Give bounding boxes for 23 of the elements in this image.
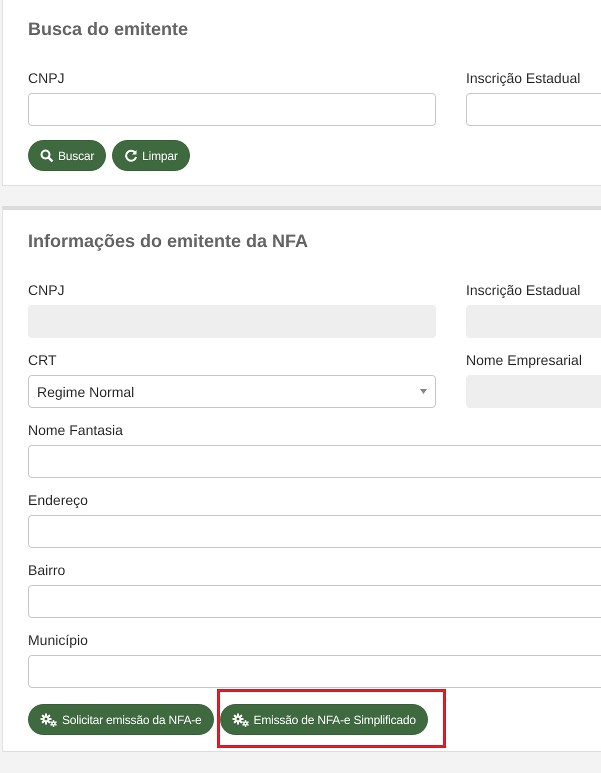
action-button[interactable]: Solicitar emissão da NFA-e xyxy=(28,704,214,735)
field-label: Nome Empresarial xyxy=(466,352,583,369)
gears-icon xyxy=(232,712,250,726)
refresh-icon xyxy=(124,148,138,162)
field-label: CNPJ xyxy=(28,70,66,87)
section-title: Busca do emitente xyxy=(28,18,190,40)
field-label: CRT xyxy=(28,352,58,369)
caret-icon xyxy=(420,389,427,394)
action-button[interactable]: Buscar xyxy=(28,140,106,171)
section-title: Informações do emitente da NFA xyxy=(28,230,310,252)
field-label: Inscrição Estadual xyxy=(466,282,582,299)
field-label: CNPJ xyxy=(28,282,66,299)
field-label: Nome Fantasia xyxy=(28,422,124,439)
gears-icon xyxy=(40,712,58,726)
field-label: Município xyxy=(28,632,89,649)
select-field[interactable]: Regime Normal xyxy=(28,375,436,408)
action-button[interactable]: Limpar xyxy=(112,140,190,171)
field-label: Bairro xyxy=(28,562,66,579)
input-field[interactable] xyxy=(28,93,436,126)
search-icon xyxy=(40,148,54,162)
field-label: Endereço xyxy=(28,492,89,509)
action-button[interactable]: Emissão de NFA-e Simplificado xyxy=(220,704,428,735)
field-label: Inscrição Estadual xyxy=(466,70,582,87)
